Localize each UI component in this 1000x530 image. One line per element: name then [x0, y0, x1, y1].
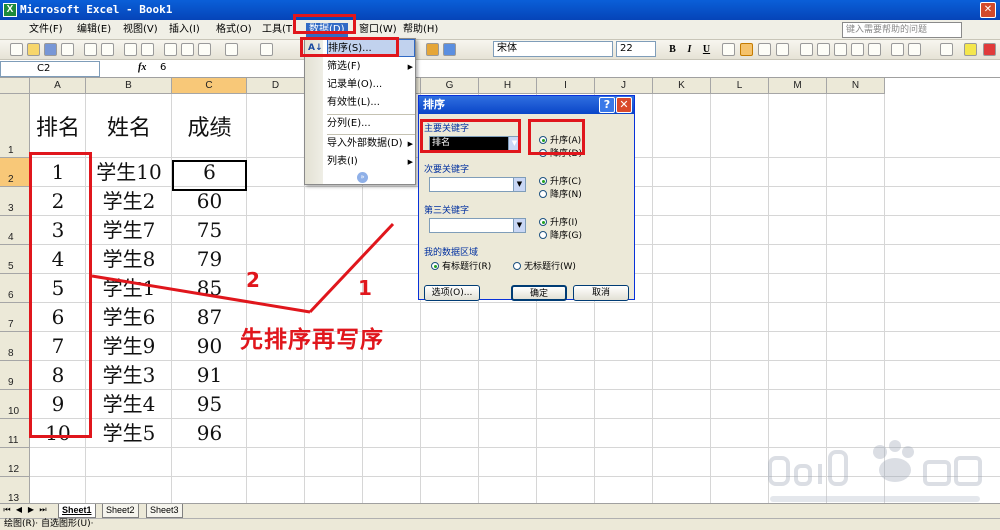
sheet-tab-3[interactable]: Sheet3 — [146, 504, 183, 518]
help-icon[interactable]: ? — [599, 97, 615, 113]
data-menu-filter[interactable]: 筛选(F) ▶ — [327, 58, 415, 76]
submenu-arrow-icon: ▶ — [407, 140, 413, 148]
last-sheet-icon[interactable]: ⏭ — [38, 505, 48, 515]
ascending-highlight — [528, 119, 585, 155]
baidu-logo-watermark — [768, 440, 982, 502]
menu-icon-strip — [305, 39, 323, 184]
data-menu-text-to-columns[interactable]: 分列(E)... — [327, 115, 415, 133]
data-menu-filter-label: 筛选(F) — [327, 61, 361, 72]
drawing-toolbar[interactable]: 绘图(R)· 自选图形(U)· — [0, 518, 1000, 530]
radio-icon — [539, 177, 547, 185]
radio-icon — [539, 218, 547, 226]
chevron-down-icon: ▼ — [513, 219, 525, 232]
data-menu-dropdown: A↓ 排序(S)... 筛选(F) ▶ 记录单(O)... 有效性(L)... 分… — [304, 38, 416, 185]
tertiary-key-label: 第三关键字 — [424, 206, 470, 216]
ok-button[interactable]: 确定 — [511, 285, 567, 301]
data-menu-form[interactable]: 记录单(O)... — [327, 76, 415, 94]
radio-icon — [539, 190, 547, 198]
has-header-radio[interactable]: 有标题行(R) — [431, 261, 491, 273]
radio-icon — [539, 231, 547, 239]
data-menu-form-label: 记录单(O)... — [327, 79, 383, 90]
submenu-arrow-icon: ▶ — [407, 158, 413, 166]
next-sheet-icon[interactable]: ▶ — [26, 505, 36, 514]
has-header-label: 有标题行(R) — [442, 262, 492, 272]
tertiary-desc-radio[interactable]: 降序(G) — [539, 230, 582, 242]
annotation-line-1 — [308, 222, 395, 314]
tertiary-asc-radio[interactable]: 升序(I) — [539, 217, 578, 229]
secondary-key-select[interactable]: ▼ — [429, 177, 526, 192]
sheet-tab-2[interactable]: Sheet2 — [102, 504, 139, 518]
data-menu-highlight — [293, 14, 356, 34]
annotation-label-2: 2 — [246, 268, 260, 292]
data-menu-validation[interactable]: 有效性(L)... — [327, 94, 415, 112]
data-menu-list-label: 列表(I) — [327, 156, 358, 167]
secondary-desc-radio[interactable]: 降序(N) — [539, 189, 582, 201]
radio-icon — [431, 262, 439, 270]
no-header-radio[interactable]: 无标题行(W) — [513, 261, 576, 273]
data-menu-import-external-label: 导入外部数据(D) — [327, 138, 403, 149]
primary-key-highlight — [420, 119, 521, 153]
sort-item-highlight — [300, 37, 399, 57]
tertiary-asc-label: 升序(I) — [550, 218, 578, 228]
submenu-arrow-icon: ▶ — [407, 63, 413, 71]
data-menu-validation-label: 有效性(L)... — [327, 97, 380, 108]
options-button[interactable]: 选项(O)... — [424, 285, 480, 301]
secondary-desc-label: 降序(N) — [550, 190, 582, 200]
tertiary-key-select[interactable]: ▼ — [429, 218, 526, 233]
data-menu-list[interactable]: 列表(I) ▶ — [327, 153, 415, 171]
no-header-label: 无标题行(W) — [524, 262, 576, 272]
data-menu-text-to-columns-label: 分列(E)... — [327, 118, 371, 129]
data-range-label: 我的数据区域 — [424, 248, 479, 258]
chevron-down-icon: ▼ — [513, 178, 525, 191]
annotation-caption: 先排序再写序 — [240, 327, 384, 353]
annotation-label-1: 1 — [358, 276, 372, 300]
sheet-tab-1[interactable]: Sheet1 — [58, 504, 96, 518]
close-icon[interactable]: ✕ — [616, 97, 632, 113]
prev-sheet-icon[interactable]: ◀ — [14, 505, 24, 514]
cancel-button[interactable]: 取消 — [573, 285, 629, 301]
expand-menu-chevron-icon[interactable]: » — [357, 172, 368, 183]
secondary-key-label: 次要关键字 — [424, 165, 470, 175]
annotation-line-2 — [91, 274, 311, 314]
first-sheet-icon[interactable]: ⏮ — [2, 505, 12, 515]
data-menu-import-external[interactable]: 导入外部数据(D) ▶ — [327, 135, 415, 153]
tertiary-desc-label: 降序(G) — [550, 231, 582, 241]
radio-icon — [513, 262, 521, 270]
secondary-asc-label: 升序(C) — [550, 177, 582, 187]
secondary-asc-radio[interactable]: 升序(C) — [539, 176, 581, 188]
